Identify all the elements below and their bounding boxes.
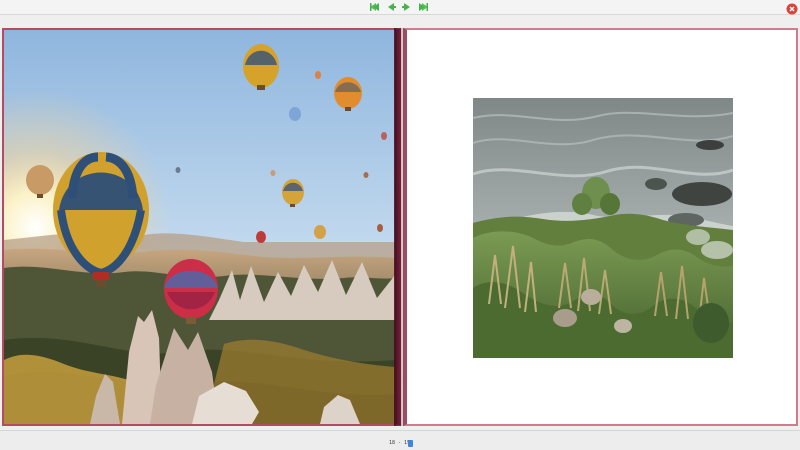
close-icon — [786, 3, 798, 15]
photobook-viewer: 18 - 19 — [0, 0, 800, 450]
close-button[interactable] — [786, 0, 798, 15]
balloon-photo — [4, 30, 395, 424]
first-page-icon — [370, 3, 379, 11]
previous-page-button[interactable] — [385, 1, 397, 13]
top-toolbar — [0, 0, 800, 15]
next-page-button[interactable] — [401, 1, 413, 13]
page-navigation — [369, 1, 429, 13]
bookmark-icon[interactable] — [408, 440, 413, 447]
previous-page-icon — [388, 3, 396, 11]
first-page-button[interactable] — [369, 1, 381, 13]
next-page-icon — [402, 3, 410, 11]
book-spread — [0, 28, 800, 426]
last-page-icon — [419, 3, 428, 11]
coast-photo-frame — [473, 98, 733, 358]
coast-photo — [473, 98, 733, 358]
right-page[interactable] — [403, 28, 798, 426]
last-page-button[interactable] — [417, 1, 429, 13]
left-page[interactable] — [2, 28, 401, 426]
page-indicator: 18 - 19 — [389, 440, 411, 446]
